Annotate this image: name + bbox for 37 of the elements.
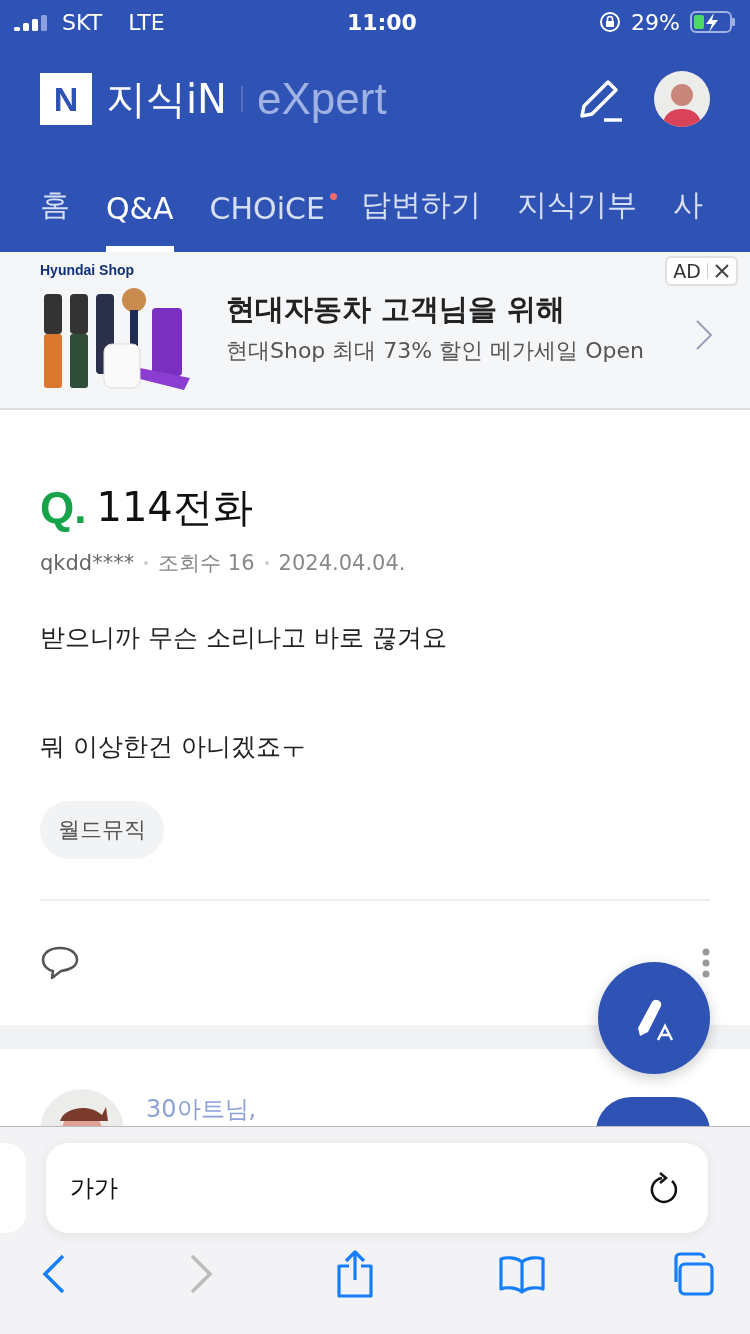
carrier-text: SKT (62, 9, 103, 35)
more-icon[interactable] (702, 948, 710, 978)
nav-tab[interactable]: CHOiCE (209, 191, 337, 252)
post-date: 2024.04.04. (278, 551, 406, 575)
ad-badge[interactable]: AD (665, 256, 738, 286)
question-paragraph: 받으니까 무슨 소리나고 바로 끊겨요 (40, 622, 448, 654)
view-count: 조회수 16 (158, 550, 255, 577)
time-text: 11:00 (346, 9, 417, 35)
share-icon[interactable] (335, 1249, 375, 1298)
logo-text[interactable]: 지식iN (106, 71, 228, 127)
ad-subtitle[interactable]: 현대Shop 최대 73% 할인 메가세일 Open (226, 336, 684, 366)
network-text: LTE (128, 9, 165, 35)
bookmarks-icon[interactable] (497, 1253, 546, 1294)
tag-chip[interactable]: 월드뮤직 (40, 801, 164, 859)
address-bar[interactable]: 가가 (46, 1143, 708, 1233)
battery-charging-icon (690, 11, 736, 33)
write-answer-button[interactable] (598, 962, 710, 1074)
question-paragraph: 뭐 이상한건 아니겠죠ㅜ (40, 731, 307, 763)
back-icon[interactable] (42, 1253, 66, 1294)
reload-icon[interactable] (648, 1171, 680, 1205)
ad-label: AD (673, 260, 701, 282)
text-size-label[interactable]: 가가 (70, 1172, 118, 1204)
ad-brand: Hyundai Shop (40, 262, 136, 278)
nav-tab[interactable]: 지식기부 (516, 185, 637, 252)
close-icon[interactable] (714, 263, 730, 279)
ad-title[interactable]: 현대자동차 고객님을 위해 (226, 290, 684, 330)
question-title: 114전화 (96, 483, 253, 532)
question-mark-label: Q. (40, 482, 87, 533)
rotation-lock-icon (599, 11, 622, 33)
nav-tab[interactable]: 홈 (40, 185, 70, 252)
author-name[interactable]: qkdd**** (40, 551, 135, 575)
logo-mark[interactable]: N (40, 73, 92, 125)
user-avatar[interactable] (654, 71, 710, 127)
nav-tab[interactable]: 사 (672, 185, 703, 252)
battery-text: 29% (631, 9, 680, 35)
nav-tab[interactable]: 답변하기 (360, 185, 481, 252)
comment-icon[interactable] (40, 945, 80, 981)
